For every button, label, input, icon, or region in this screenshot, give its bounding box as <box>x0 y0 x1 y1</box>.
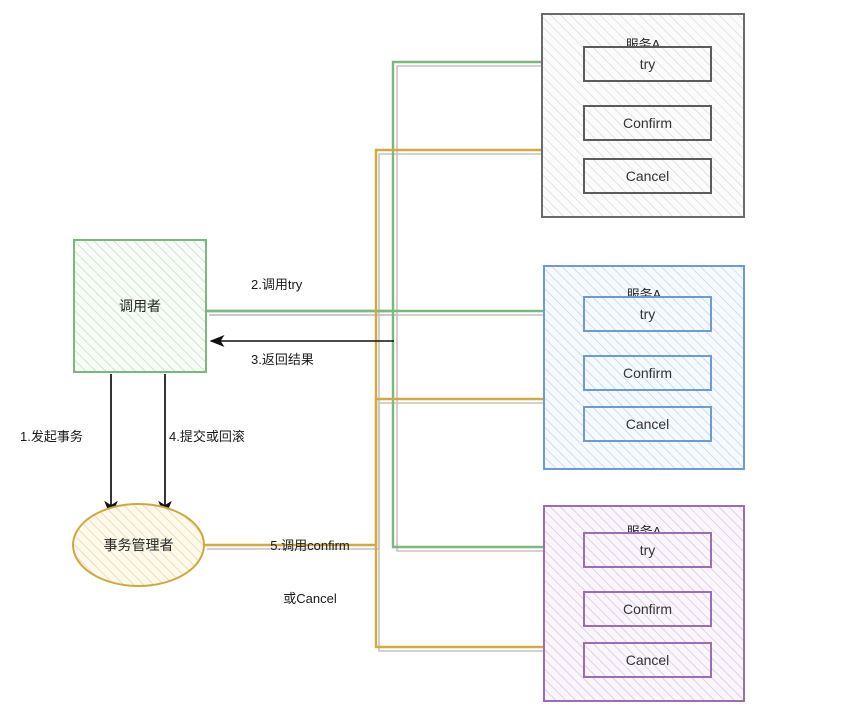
service-3-try-label: try <box>639 542 656 558</box>
diagram-canvas: 调用者 事务管理者 服务A try Confirm Cancel 服务A try… <box>0 0 854 712</box>
service-2-confirm-box[interactable]: Confirm <box>583 355 712 391</box>
edge-call-try <box>207 53 581 556</box>
edge-label-begin-transaction: 1.发起事务 <box>20 429 83 444</box>
caller-node[interactable]: 调用者 <box>73 239 207 373</box>
service-2-try-box[interactable]: try <box>583 296 712 332</box>
service-3-cancel-box[interactable]: Cancel <box>583 642 712 678</box>
service-node-2[interactable]: 服务A try Confirm Cancel <box>543 265 745 470</box>
edge-label-call-try: 2.调用try <box>251 277 303 292</box>
caller-label: 调用者 <box>119 298 161 314</box>
edge-label-call-confirm-cancel: 5.调用confirm 或Cancel <box>252 502 368 642</box>
service-1-confirm-label: Confirm <box>622 115 672 131</box>
service-2-try-label: try <box>639 306 656 322</box>
edge-label-call-confirm-cancel-line1: 5.调用confirm <box>270 538 350 554</box>
service-3-cancel-label: Cancel <box>625 652 670 668</box>
service-node-1[interactable]: 服务A try Confirm Cancel <box>541 13 745 218</box>
service-1-try-label: try <box>639 56 656 72</box>
service-1-confirm-box[interactable]: Confirm <box>583 105 712 141</box>
service-3-try-box[interactable]: try <box>583 532 712 568</box>
edge-label-call-confirm-cancel-line2: 或Cancel <box>283 590 337 606</box>
edge-label-return-result: 3.返回结果 <box>251 352 314 367</box>
service-1-cancel-box[interactable]: Cancel <box>583 158 712 194</box>
service-1-try-box[interactable]: try <box>583 46 712 82</box>
service-2-cancel-label: Cancel <box>625 416 670 432</box>
service-3-confirm-box[interactable]: Confirm <box>583 591 712 627</box>
service-1-cancel-label: Cancel <box>625 168 670 184</box>
edge-label-commit-or-rollback: 4.提交或回滚 <box>169 429 245 444</box>
service-3-confirm-label: Confirm <box>622 601 672 617</box>
transaction-manager-node[interactable]: 事务管理者 <box>72 503 205 587</box>
service-2-cancel-box[interactable]: Cancel <box>583 406 712 442</box>
service-node-3[interactable]: 服务A try Confirm Cancel <box>543 505 745 702</box>
service-2-confirm-label: Confirm <box>622 365 672 381</box>
transaction-manager-label: 事务管理者 <box>103 537 174 553</box>
